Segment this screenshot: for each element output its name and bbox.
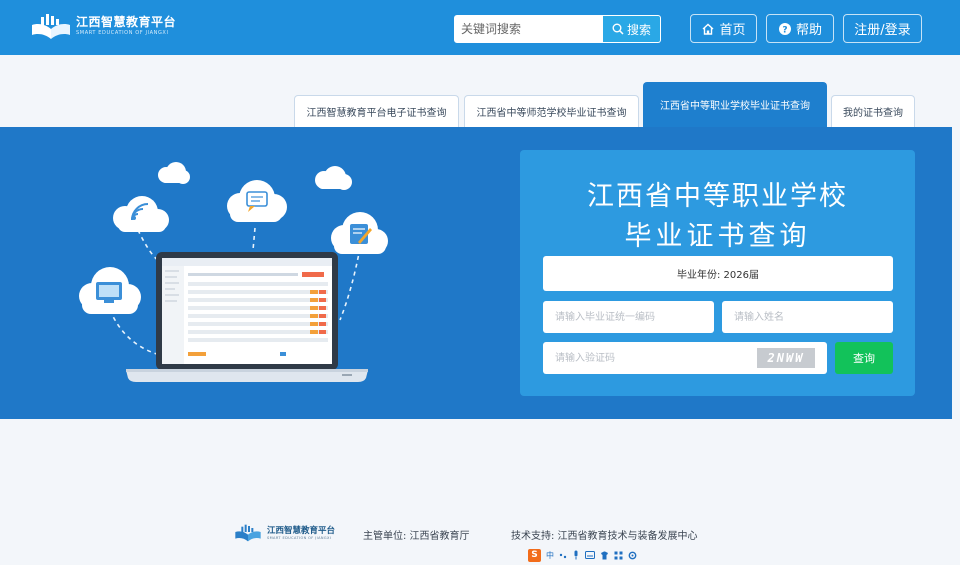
nav-login-label: 注册/登录 — [854, 23, 911, 38]
toolbox-icon[interactable] — [614, 551, 623, 560]
footer-logo: 江西智慧教育平台 SMART EDUCATION OF JIANGXI — [233, 523, 343, 545]
cloud-small — [158, 162, 190, 184]
sogou-ime-icon[interactable]: S — [528, 548, 541, 562]
site-logo[interactable]: 江西智慧教育平台 SMART EDUCATION OF JIANGXI — [30, 11, 180, 45]
search-icon — [612, 23, 624, 35]
panel-title: 江西省中等职业学校 — [587, 181, 848, 212]
microphone-icon[interactable] — [572, 550, 580, 560]
cloud-wifi — [113, 196, 169, 232]
search-input[interactable] — [454, 15, 604, 43]
nav-help-button[interactable]: ? 帮助 — [766, 14, 834, 43]
punctuation-icon[interactable] — [559, 551, 567, 559]
book-logo-icon — [32, 14, 70, 39]
nav-home-button[interactable]: 首页 — [690, 14, 757, 43]
svg-text:?: ? — [782, 25, 787, 35]
nav-login-button[interactable]: 注册/登录 — [843, 14, 922, 43]
cloud-small — [315, 166, 352, 190]
query-panel: 江西省中等职业学校 毕业证书查询 毕业年份: 2026届 2NWW 查询 — [520, 150, 915, 396]
graduation-year-select[interactable]: 毕业年份: 2026届 — [543, 256, 893, 291]
certificate-code-input[interactable] — [543, 301, 714, 333]
home-icon — [703, 23, 714, 35]
tab-label: 江西省中等职业学校毕业证书查询 — [660, 100, 810, 112]
settings-icon[interactable] — [628, 551, 637, 560]
footer-logo-title: 江西智慧教育平台 — [267, 526, 336, 536]
logo-title: 江西智慧教育平台 — [76, 15, 177, 29]
tab-normal-school-certificate[interactable]: 江西省中等师范学校毕业证书查询 — [464, 95, 639, 127]
graduation-year-value: 毕业年份: 2026届 — [677, 270, 759, 281]
cloud-laptop-illustration — [79, 162, 388, 382]
search-button[interactable]: 搜索 — [603, 15, 661, 43]
skin-icon[interactable] — [600, 551, 609, 560]
nav-home-label: 首页 — [719, 23, 746, 38]
search-button-label: 搜索 — [626, 22, 651, 37]
tab-my-certificate[interactable]: 我的证书查询 — [831, 95, 915, 127]
nav-help-label: 帮助 — [795, 23, 822, 38]
footer-sponsor: 主管单位: 江西省教育厅 — [363, 531, 470, 542]
query-button[interactable]: 查询 — [835, 342, 893, 374]
help-icon: ? — [778, 22, 791, 35]
name-input[interactable] — [722, 301, 893, 333]
tab-label: 我的证书查询 — [843, 108, 903, 119]
ime-language-label[interactable]: 中 — [546, 550, 554, 561]
monitor-icon — [96, 282, 122, 303]
logo-subtitle: SMART EDUCATION OF JIANGXI — [76, 30, 169, 36]
keyboard-icon[interactable] — [585, 551, 595, 559]
footer-logo-subtitle: SMART EDUCATION OF JIANGXI — [267, 536, 332, 540]
top-header: 江西智慧教育平台 SMART EDUCATION OF JIANGXI 搜索 首… — [0, 0, 960, 55]
footer-tech-support: 技术支持: 江西省教育技术与装备发展中心 — [511, 531, 698, 542]
tab-label: 江西省中等师范学校毕业证书查询 — [476, 108, 627, 119]
laptop-icon — [126, 252, 368, 382]
book-logo-icon — [235, 524, 261, 542]
ime-toolbar[interactable]: S 中 — [528, 548, 637, 562]
tab-platform-certificate[interactable]: 江西智慧教育平台电子证书查询 — [294, 95, 459, 127]
tab-label: 江西智慧教育平台电子证书查询 — [306, 108, 447, 119]
tab-vocational-school-certificate[interactable]: 江西省中等职业学校毕业证书查询 — [643, 82, 827, 128]
captcha-image[interactable]: 2NWW — [757, 348, 815, 368]
panel-subtitle: 毕业证书查询 — [624, 221, 811, 252]
